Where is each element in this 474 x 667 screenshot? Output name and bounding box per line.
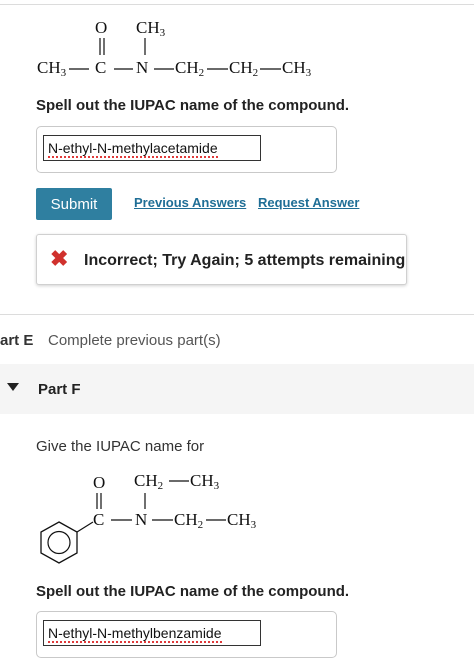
methyl-left-sub: 3 [60, 67, 67, 79]
methyl-right-sub: 3 [305, 67, 312, 79]
methyl-top: CH3 [136, 18, 165, 39]
methylene-b-sub: 2 [252, 67, 259, 79]
methylene-f-sub: 2 [197, 519, 204, 531]
methyl-right-main: CH [282, 58, 306, 77]
part-d-answer-box: N-ethyl-N-methylacetamide [36, 126, 337, 173]
methyl-f-main: CH [227, 510, 251, 529]
methylene-top-f: CH2 [134, 471, 163, 492]
methyl-top-f-sub: 3 [213, 480, 220, 492]
methyl-f-sub: 3 [250, 519, 257, 531]
methylene-f: CH2 [174, 510, 203, 531]
carbonyl-carbon-f: C [93, 510, 105, 529]
methyl-top-sub: 3 [159, 27, 166, 39]
previous-answers-link[interactable]: Previous Answers [134, 195, 246, 210]
methyl-right: CH3 [282, 58, 311, 79]
structure-part-f: O CH2 CH3 C N CH2 CH3 [0, 460, 474, 570]
methyl-f: CH3 [227, 510, 256, 531]
methylene-a-sub: 2 [198, 67, 205, 79]
feedback-message: Incorrect; Try Again; 5 attempts remaini… [84, 252, 406, 269]
methylene-b-main: CH [229, 58, 253, 77]
part-f-intro: Give the IUPAC name for [36, 438, 205, 455]
part-d-prompt: Spell out the IUPAC name of the compound… [36, 97, 350, 114]
carbonyl-carbon: C [95, 58, 107, 77]
methyl-left-main: CH [37, 58, 61, 77]
structure-part-d: O CH3 CH3 C N CH2 CH2 CH3 [0, 0, 474, 90]
part-f-answer-box: N-ethyl-N-methylbenzamide [36, 611, 337, 658]
caret-down-icon [7, 383, 19, 391]
part-f-answer-text: N-ethyl-N-methylbenzamide [48, 625, 222, 643]
methylene-b: CH2 [229, 58, 258, 79]
part-f-header[interactable]: Part F [0, 364, 474, 414]
methylene-top-f-sub: 2 [157, 480, 164, 492]
part-f-answer-input[interactable]: N-ethyl-N-methylbenzamide [43, 620, 261, 646]
methyl-top-f-main: CH [190, 471, 214, 490]
methyl-top-f: CH3 [190, 471, 219, 492]
part-e-label: art E [0, 332, 34, 349]
submit-button[interactable]: Submit [36, 188, 112, 220]
part-f-title: Part F [38, 381, 81, 398]
methyl-top-main: CH [136, 18, 160, 37]
incorrect-icon: ✖ [50, 246, 69, 271]
oxygen-atom-f: O [93, 473, 106, 492]
methylene-a: CH2 [175, 58, 204, 79]
feedback-box: ✖ Incorrect; Try Again; 5 attempts remai… [36, 234, 407, 285]
nitrogen-atom: N [136, 58, 149, 77]
oxygen-atom: O [95, 18, 108, 37]
methylene-a-main: CH [175, 58, 199, 77]
methylene-f-main: CH [174, 510, 198, 529]
part-d-answer-text: N-ethyl-N-methylacetamide [48, 140, 218, 158]
part-f-prompt: Spell out the IUPAC name of the compound… [36, 583, 350, 600]
methylene-top-f-main: CH [134, 471, 158, 490]
nitrogen-atom-f: N [135, 510, 148, 529]
section-divider [0, 314, 474, 315]
part-d-answer-input[interactable]: N-ethyl-N-methylacetamide [43, 135, 261, 161]
part-e-status: Complete previous part(s) [48, 332, 221, 349]
methyl-left: CH3 [37, 58, 66, 79]
request-answer-link[interactable]: Request Answer [258, 195, 359, 210]
